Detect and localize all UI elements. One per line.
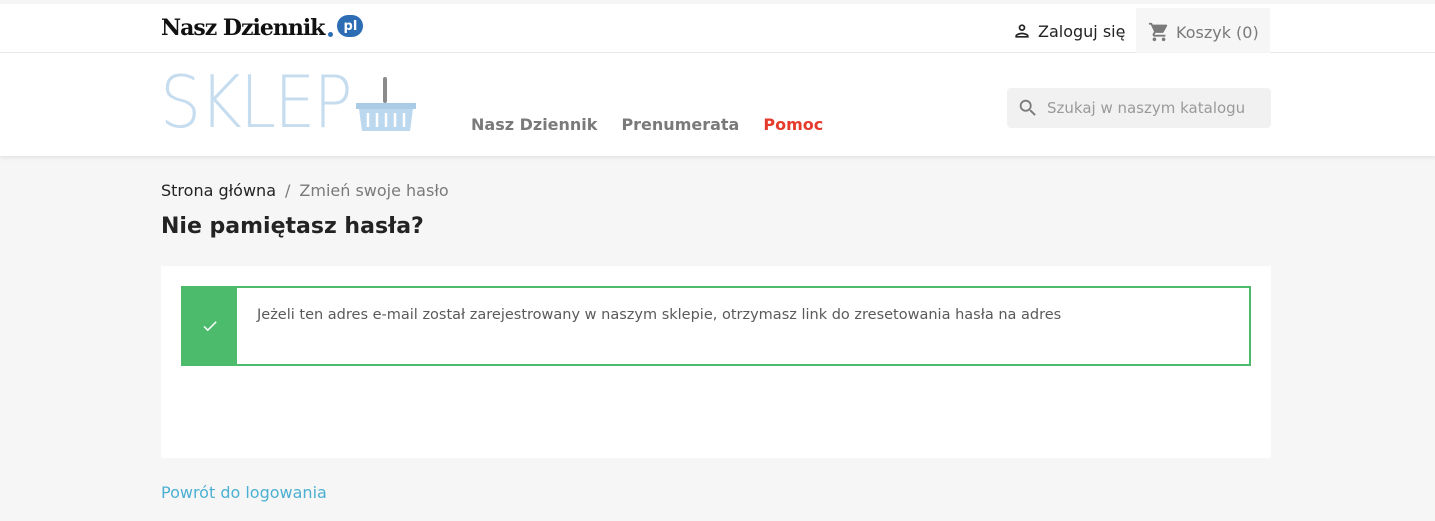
page-title: Nie pamiętasz hasła? <box>161 214 424 239</box>
check-icon <box>203 321 217 332</box>
breadcrumb-current: Zmień swoje hasło <box>299 181 449 200</box>
main-nav: Nasz Dziennik Prenumerata Pomoc <box>471 115 847 134</box>
nav-item-prenumerata[interactable]: Prenumerata <box>621 115 739 134</box>
search-icon[interactable] <box>1017 97 1039 119</box>
brand-logo-badge: pl <box>337 15 364 37</box>
search-input[interactable] <box>1047 99 1257 117</box>
breadcrumb-separator: / <box>285 181 291 200</box>
basket-icon <box>356 77 416 131</box>
main-header: SKLEP Nasz Dziennik Prenumerata Pomoc <box>0 53 1435 156</box>
brand-logo-dot <box>328 31 334 37</box>
user-icon <box>1015 24 1029 38</box>
content-card: Jeżeli ten adres e-mail został zarejestr… <box>161 266 1271 458</box>
login-link[interactable]: Zaloguj się <box>1012 21 1125 41</box>
shop-logo[interactable]: SKLEP <box>160 66 353 138</box>
cart-button[interactable]: Koszyk (0) <box>1136 8 1270 56</box>
top-bar: Nasz Dziennik pl Zaloguj się Koszyk (0) <box>0 0 1435 56</box>
search-box <box>1007 88 1271 128</box>
breadcrumb: Strona główna / Zmień swoje hasło <box>161 181 449 200</box>
nav-item-nasz-dziennik[interactable]: Nasz Dziennik <box>471 115 597 134</box>
cart-label: Koszyk (0) <box>1176 22 1259 42</box>
alert-icon-box <box>183 288 237 364</box>
nav-item-pomoc[interactable]: Pomoc <box>763 115 823 134</box>
login-label: Zaloguj się <box>1038 21 1126 41</box>
shopping-cart-icon <box>1148 22 1168 42</box>
success-alert: Jeżeli ten adres e-mail został zarejestr… <box>181 286 1251 366</box>
brand-logo-text: Nasz Dziennik <box>161 15 325 41</box>
alert-message: Jeżeli ten adres e-mail został zarejestr… <box>257 307 1062 323</box>
back-to-login-link[interactable]: Powrót do logowania <box>161 483 327 502</box>
brand-logo[interactable]: Nasz Dziennik pl <box>161 13 364 43</box>
breadcrumb-home[interactable]: Strona główna <box>161 181 276 200</box>
